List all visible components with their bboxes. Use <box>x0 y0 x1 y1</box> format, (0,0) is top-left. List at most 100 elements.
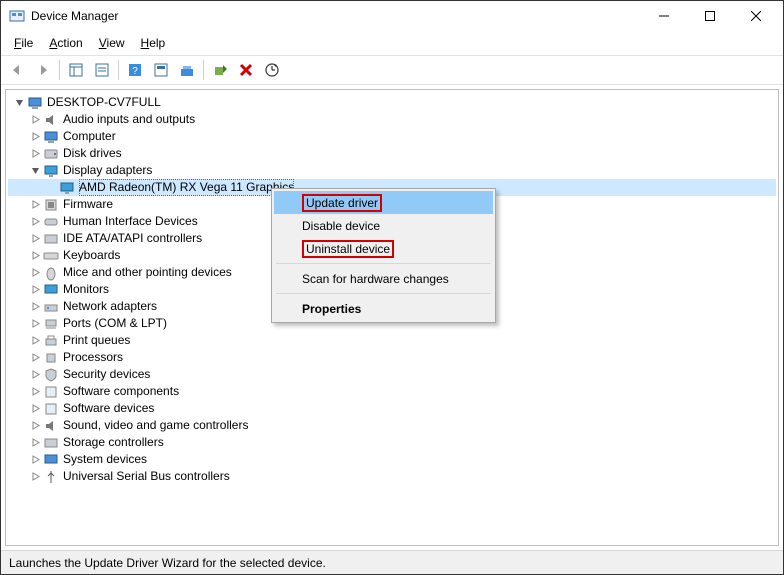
show-hide-tree-button[interactable] <box>64 59 88 81</box>
chevron-right-icon[interactable] <box>28 234 43 243</box>
tree-category[interactable]: Processors <box>8 349 776 366</box>
ctx-disable-label: Disable device <box>302 219 380 233</box>
menu-help[interactable]: Help <box>134 33 173 53</box>
ctx-uninstall-device[interactable]: Uninstall device <box>274 237 493 260</box>
minimize-button[interactable] <box>641 1 687 31</box>
computer-icon <box>27 95 43 111</box>
toolbar-sep <box>118 60 119 80</box>
tree-category[interactable]: Print queues <box>8 332 776 349</box>
display-icon <box>43 163 59 179</box>
chevron-right-icon[interactable] <box>28 149 43 158</box>
tree-category[interactable]: Sound, video and game controllers <box>8 417 776 434</box>
chevron-down-icon[interactable] <box>28 166 43 175</box>
audio-icon <box>43 418 59 434</box>
mouse-icon <box>43 265 59 281</box>
chevron-right-icon[interactable] <box>28 353 43 362</box>
tree-root[interactable]: DESKTOP-CV7FULL <box>8 94 776 111</box>
menu-action[interactable]: Action <box>42 33 89 53</box>
security-icon <box>43 367 59 383</box>
chevron-right-icon[interactable] <box>28 200 43 209</box>
tree-category[interactable]: Storage controllers <box>8 434 776 451</box>
properties-button[interactable] <box>90 59 114 81</box>
toolbar: ? <box>1 55 783 85</box>
update-driver-button[interactable] <box>260 59 284 81</box>
ctx-update-driver[interactable]: Update driver <box>274 191 493 214</box>
chevron-right-icon[interactable] <box>28 336 43 345</box>
statusbar-text: Launches the Update Driver Wizard for th… <box>9 556 326 570</box>
chevron-right-icon[interactable] <box>28 421 43 430</box>
chevron-right-icon[interactable] <box>28 319 43 328</box>
disable-device-button[interactable] <box>234 59 258 81</box>
toolbar-sep <box>203 60 204 80</box>
tree-item-label: IDE ATA/ATAPI controllers <box>63 230 202 247</box>
tree-item-label: Storage controllers <box>63 434 164 451</box>
usb-icon <box>43 469 59 485</box>
tree-item-label: Human Interface Devices <box>63 213 198 230</box>
chevron-right-icon[interactable] <box>28 115 43 124</box>
chevron-right-icon[interactable] <box>28 438 43 447</box>
tree-category[interactable]: Computer <box>8 128 776 145</box>
printer-icon <box>43 333 59 349</box>
chevron-right-icon[interactable] <box>28 370 43 379</box>
tree-item-label: System devices <box>63 451 147 468</box>
chevron-right-icon[interactable] <box>28 285 43 294</box>
chevron-right-icon[interactable] <box>28 268 43 277</box>
back-button[interactable] <box>5 59 29 81</box>
close-button[interactable] <box>733 1 779 31</box>
tree-item-label: Disk drives <box>63 145 122 162</box>
enable-device-button[interactable] <box>208 59 232 81</box>
tree-category[interactable]: System devices <box>8 451 776 468</box>
computer-icon <box>43 129 59 145</box>
tree-item-label: Audio inputs and outputs <box>63 111 195 128</box>
tree-item-label: Software devices <box>63 400 154 417</box>
tree-category[interactable]: Security devices <box>8 366 776 383</box>
tree-item-label: Sound, video and game controllers <box>63 417 248 434</box>
menu-view[interactable]: View <box>92 33 132 53</box>
forward-button[interactable] <box>31 59 55 81</box>
ctx-properties[interactable]: Properties <box>274 297 493 320</box>
hid-icon <box>43 214 59 230</box>
tree-category[interactable]: Software components <box>8 383 776 400</box>
chevron-right-icon[interactable] <box>28 472 43 481</box>
disk-icon <box>43 146 59 162</box>
ctx-disable-device[interactable]: Disable device <box>274 214 493 237</box>
tree-item-label: Keyboards <box>63 247 120 264</box>
maximize-button[interactable] <box>687 1 733 31</box>
tree-category[interactable]: Disk drives <box>8 145 776 162</box>
tree-item-label: Computer <box>63 128 116 145</box>
ctx-uninstall-label: Uninstall device <box>302 240 394 258</box>
firmware-icon <box>43 197 59 213</box>
chevron-right-icon[interactable] <box>28 251 43 260</box>
titlebar: Device Manager <box>1 1 783 31</box>
chevron-right-icon[interactable] <box>28 387 43 396</box>
display-icon <box>59 180 75 196</box>
action-button[interactable] <box>149 59 173 81</box>
tree-category[interactable]: Software devices <box>8 400 776 417</box>
chevron-down-icon[interactable] <box>12 98 27 107</box>
processor-icon <box>43 350 59 366</box>
ctx-properties-label: Properties <box>302 302 361 316</box>
chevron-right-icon[interactable] <box>28 132 43 141</box>
tree-category[interactable]: Universal Serial Bus controllers <box>8 468 776 485</box>
software-icon <box>43 401 59 417</box>
tree-category[interactable]: Audio inputs and outputs <box>8 111 776 128</box>
window-title: Device Manager <box>31 9 641 23</box>
chevron-right-icon[interactable] <box>28 217 43 226</box>
chevron-right-icon[interactable] <box>28 404 43 413</box>
tree-item-label: Security devices <box>63 366 150 383</box>
tree-root-label: DESKTOP-CV7FULL <box>47 94 161 111</box>
help-button[interactable]: ? <box>123 59 147 81</box>
chevron-right-icon[interactable] <box>28 455 43 464</box>
port-icon <box>43 316 59 332</box>
chevron-right-icon[interactable] <box>28 302 43 311</box>
scan-hardware-button[interactable] <box>175 59 199 81</box>
tree-category-display-adapters[interactable]: Display adapters <box>8 162 776 179</box>
tree-item-label: Universal Serial Bus controllers <box>63 468 230 485</box>
toolbar-sep <box>59 60 60 80</box>
tree-item-label: Firmware <box>63 196 113 213</box>
tree-item-label: Software components <box>63 383 179 400</box>
ide-icon <box>43 231 59 247</box>
app-icon <box>9 8 25 24</box>
menu-file[interactable]: File <box>7 33 40 53</box>
ctx-scan-hardware[interactable]: Scan for hardware changes <box>274 267 493 290</box>
